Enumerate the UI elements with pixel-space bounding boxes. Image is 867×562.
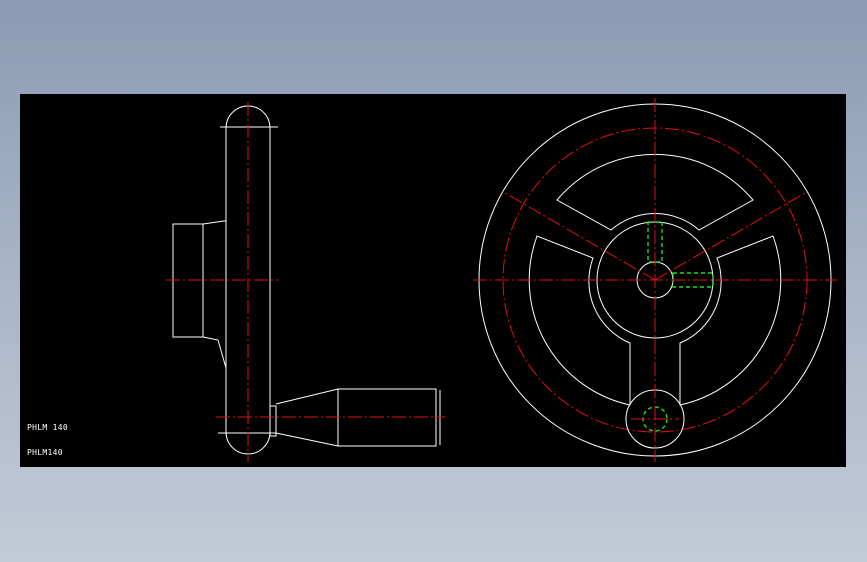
side-view-hub-taper-bottom [202,336,227,369]
front-view-spoke-centerline-left [504,192,656,281]
model-label-2: PHLM140 [27,448,63,457]
side-view [166,102,445,462]
cad-drawing [166,98,837,462]
front-view-spoke-centerline-right [654,192,806,281]
front-view [473,98,837,462]
model-label-1: PHLM 140 [27,423,68,432]
side-view-handle-stem [269,405,277,437]
cad-drawing-canvas: PHLM 140 PHLM140 [20,94,846,467]
front-view-inner-rim-left [528,235,631,406]
side-view-hub-taper-top [202,220,226,225]
front-view-inner-rim-right [679,235,782,406]
